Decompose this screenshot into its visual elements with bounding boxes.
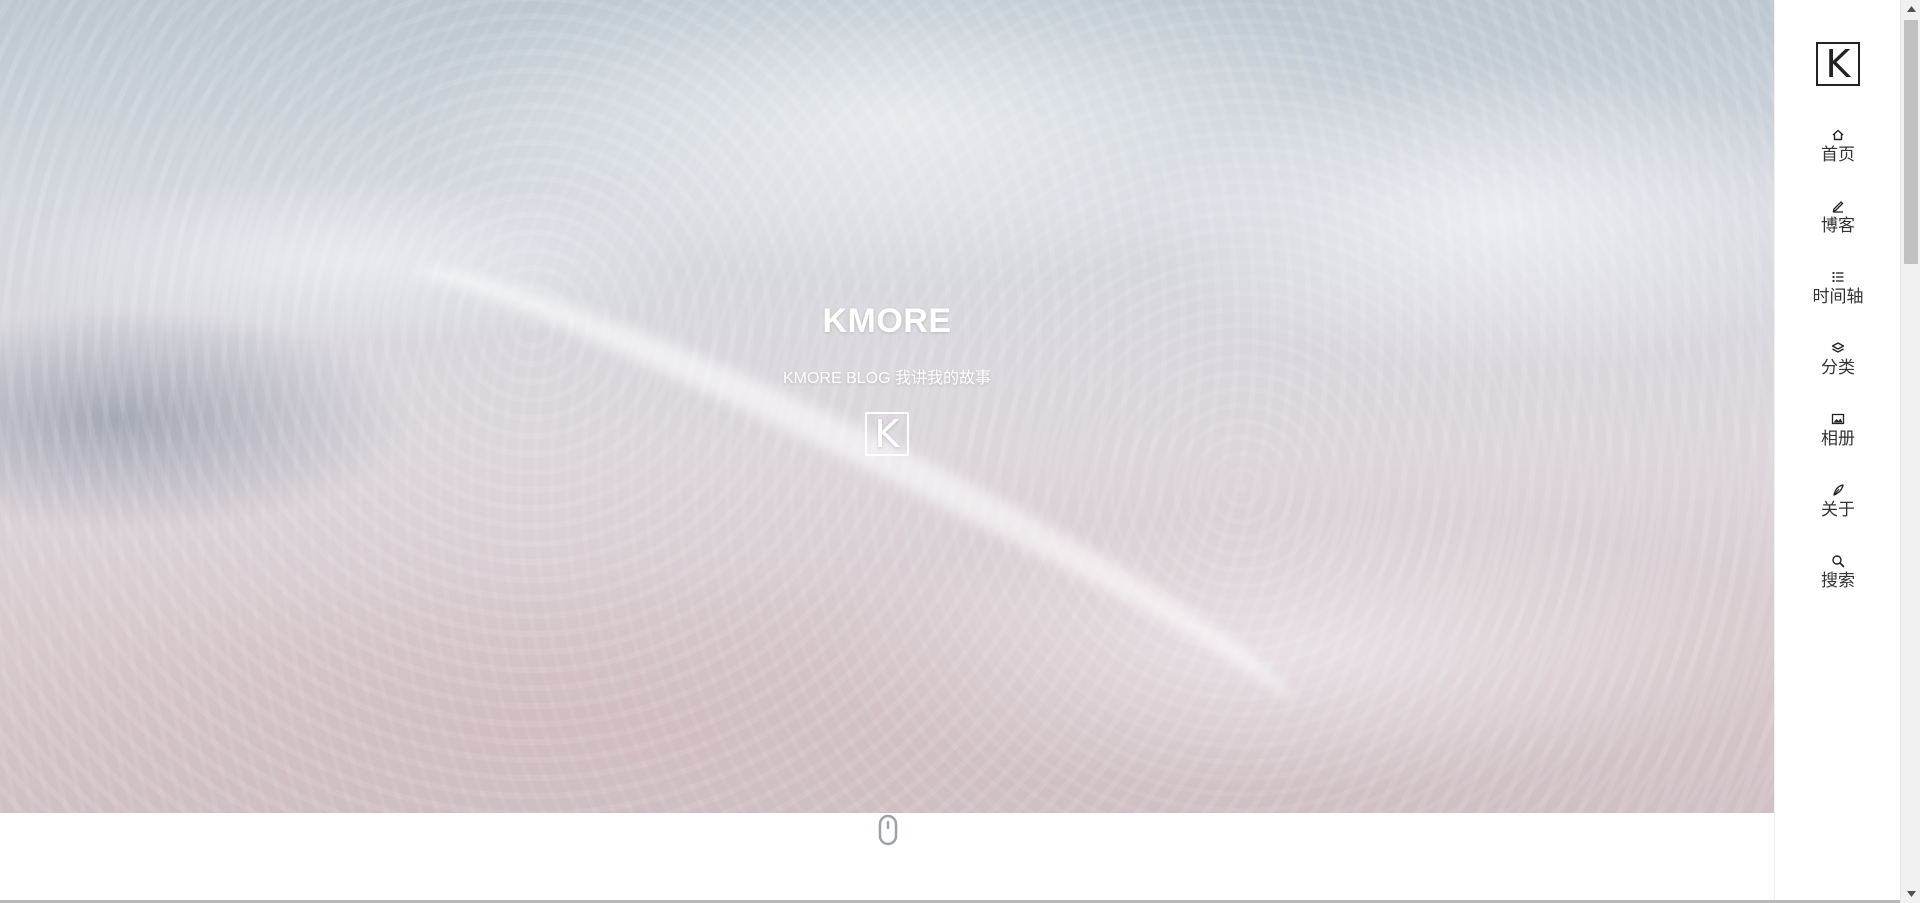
nav-label-home: 首页 xyxy=(1821,145,1855,165)
nav-label-timeline: 时间轴 xyxy=(1812,287,1864,307)
site-subtitle: KMORE BLOG 我讲我的故事 xyxy=(782,370,992,387)
pen-icon xyxy=(1832,201,1844,213)
hero-logo: K xyxy=(865,412,909,456)
hero-banner: KMORE KMORE BLOG 我讲我的故事 K xyxy=(0,0,1774,813)
page: KMORE KMORE BLOG 我讲我的故事 K K 首页 博客 时间轴 分类… xyxy=(0,0,1920,903)
scroll-down-arrow-icon[interactable] xyxy=(1901,885,1920,903)
nav-item-timeline[interactable]: 时间轴 xyxy=(1775,270,1901,341)
nav-item-category[interactable]: 分类 xyxy=(1775,341,1901,412)
site-title: KMORE xyxy=(822,302,952,340)
nav-label-blog: 博客 xyxy=(1821,216,1855,236)
list-icon xyxy=(1832,271,1844,283)
scroll-up-arrow-icon[interactable] xyxy=(1901,0,1920,18)
scroll-down-mouse-icon[interactable] xyxy=(878,813,898,847)
hero-content: KMORE KMORE BLOG 我讲我的故事 K xyxy=(0,298,1774,456)
nav-label-search: 搜索 xyxy=(1821,571,1855,591)
sidebar-logo-letter: K xyxy=(1825,42,1851,86)
layers-icon xyxy=(1831,342,1845,353)
nav-label-category: 分类 xyxy=(1821,358,1855,378)
hero-logo-letter: K xyxy=(874,412,900,456)
nav-label-about: 关于 xyxy=(1821,500,1855,520)
nav-item-album[interactable]: 相册 xyxy=(1775,412,1901,483)
search-icon xyxy=(1832,555,1845,568)
nav-menu: 首页 博客 时间轴 分类 相册 关于 搜索 xyxy=(1775,128,1901,625)
home-icon xyxy=(1832,129,1844,141)
nav-item-blog[interactable]: 博客 xyxy=(1775,199,1901,270)
sidebar-nav: K 首页 博客 时间轴 分类 相册 关于 搜索 xyxy=(1774,0,1900,903)
nav-label-album: 相册 xyxy=(1821,429,1855,449)
sidebar-logo[interactable]: K xyxy=(1816,42,1860,86)
image-icon xyxy=(1831,413,1845,425)
triangle-down-icon xyxy=(1906,891,1916,897)
feather-icon xyxy=(1833,484,1844,496)
nav-item-search[interactable]: 搜索 xyxy=(1775,554,1901,625)
mouse-icon xyxy=(878,814,898,846)
vertical-scrollbar[interactable] xyxy=(1900,0,1920,903)
nav-item-about[interactable]: 关于 xyxy=(1775,483,1901,554)
scrollbar-thumb[interactable] xyxy=(1904,20,1918,264)
nav-item-home[interactable]: 首页 xyxy=(1775,128,1901,199)
triangle-up-icon xyxy=(1906,6,1916,12)
